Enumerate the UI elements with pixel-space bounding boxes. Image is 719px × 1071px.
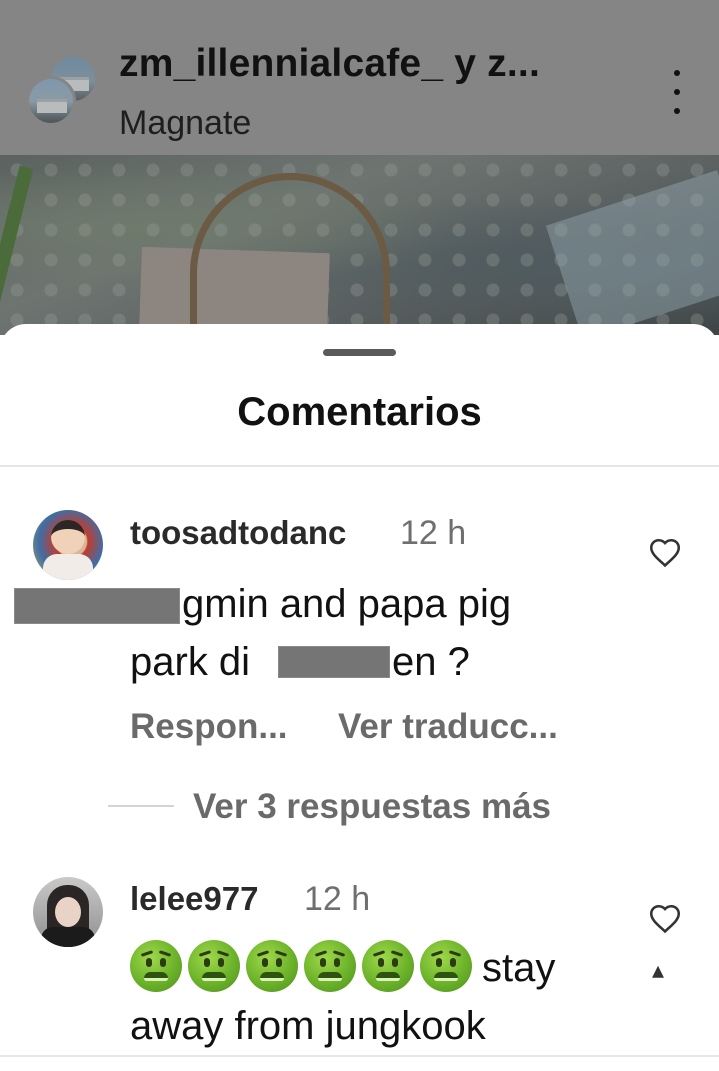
nauseated-face-emoji — [362, 940, 414, 992]
avatar[interactable] — [33, 510, 103, 580]
nauseated-face-emoji — [188, 940, 240, 992]
sheet-title: Comentarios — [237, 390, 482, 434]
comment-username[interactable]: lelee977 — [130, 880, 258, 918]
nauseated-face-emoji — [304, 940, 356, 992]
scroll-up-icon[interactable]: ▴ — [652, 956, 664, 985]
avatar — [26, 76, 76, 126]
avatar[interactable] — [33, 877, 103, 947]
comment-text: gmin and papa pig — [182, 582, 512, 626]
post-subtitle: Magnate — [119, 104, 252, 142]
comment-timestamp: 12 h — [304, 880, 371, 918]
nauseated-face-emoji — [130, 940, 182, 992]
redaction-block — [14, 588, 180, 624]
comment-text: stay — [482, 946, 556, 990]
nauseated-face-emoji — [420, 940, 472, 992]
comment-timestamp: 12 h — [400, 514, 467, 552]
replies-divider — [108, 805, 174, 807]
divider — [0, 465, 719, 467]
comment-text: away from jungkook — [130, 1004, 486, 1048]
more-vertical-icon[interactable] — [662, 70, 692, 114]
collab-avatars[interactable] — [26, 54, 100, 126]
heart-outline-icon[interactable] — [648, 902, 682, 934]
comments-sheet: Comentarios toosadtodanc 12 h gmin and p… — [0, 324, 719, 1071]
drag-handle[interactable] — [323, 349, 396, 356]
emoji-row — [130, 940, 472, 992]
translate-button[interactable]: Ver traducc... — [338, 707, 558, 747]
comment-text: en ? — [392, 640, 470, 684]
redaction-block — [278, 646, 390, 678]
post-image — [0, 155, 719, 335]
divider — [0, 1055, 719, 1057]
post-header: zm_illennialcafe_ y z... Magnate — [0, 0, 719, 155]
comment-username[interactable]: toosadtodanc — [130, 514, 346, 552]
nauseated-face-emoji — [246, 940, 298, 992]
comment-text: park di — [130, 640, 251, 684]
post-username[interactable]: zm_illennialcafe_ y z... — [119, 42, 540, 86]
heart-outline-icon[interactable] — [648, 536, 682, 568]
view-replies-button[interactable]: Ver 3 respuestas más — [193, 787, 551, 827]
reply-button[interactable]: Respon... — [130, 707, 288, 747]
